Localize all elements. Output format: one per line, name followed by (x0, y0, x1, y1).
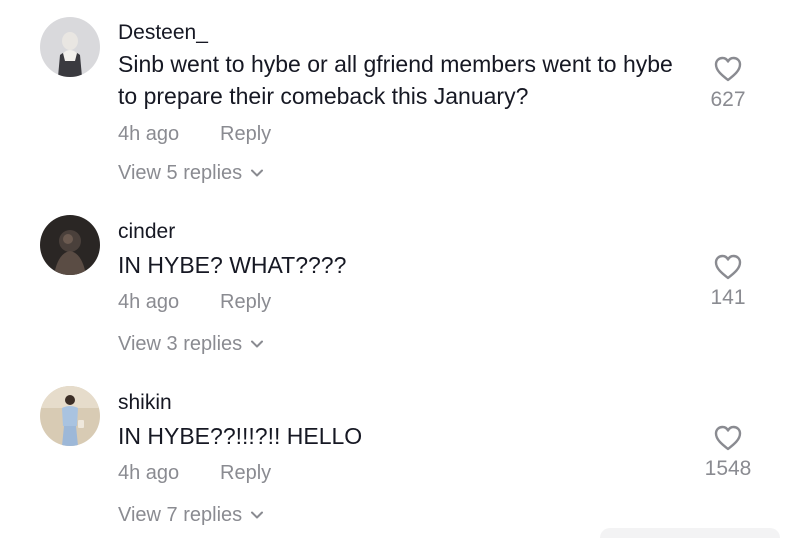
chevron-down-icon (251, 169, 264, 177)
comment-meta: 4h ago Reply (118, 121, 271, 147)
like-button[interactable]: 1548 (688, 424, 768, 482)
view-replies-button[interactable]: View 3 replies (118, 331, 264, 357)
like-button[interactable]: 627 (688, 55, 768, 113)
like-count: 627 (710, 88, 746, 111)
view-replies-button[interactable]: View 5 replies (118, 160, 264, 186)
view-replies-button[interactable]: View 7 replies (118, 502, 264, 528)
comment-text: Sinb went to hybe or all gfriend members… (118, 51, 673, 109)
comment-timestamp: 4h ago (118, 123, 180, 145)
comment-timestamp: 4h ago (118, 462, 180, 484)
comment-username[interactable]: shikin (118, 390, 172, 416)
heart-icon (714, 425, 742, 451)
avatar[interactable] (40, 386, 100, 446)
comment-timestamp: 4h ago (118, 291, 180, 313)
view-replies-label: View 7 replies (118, 504, 243, 526)
like-count: 1548 (704, 457, 752, 480)
chevron-down-icon (251, 511, 264, 519)
comment-text: IN HYBE??!!!?!! HELLO (118, 423, 363, 449)
like-button[interactable]: 141 (688, 253, 768, 311)
heart-icon (714, 254, 742, 280)
like-count: 141 (710, 286, 746, 309)
reply-button[interactable]: Reply (220, 121, 271, 147)
avatar[interactable] (40, 215, 100, 275)
comment-meta: 4h ago Reply (118, 460, 271, 486)
view-replies-label: View 3 replies (118, 333, 243, 355)
reply-button[interactable]: Reply (220, 460, 271, 486)
comment-username[interactable]: cinder (118, 219, 175, 245)
comment-text: IN HYBE? WHAT???? (118, 252, 347, 278)
comment-meta: 4h ago Reply (118, 289, 271, 315)
avatar[interactable] (40, 17, 100, 77)
bottom-panel-edge (600, 528, 780, 538)
chevron-down-icon (251, 340, 264, 348)
reply-button[interactable]: Reply (220, 289, 271, 315)
heart-icon (714, 56, 742, 82)
view-replies-label: View 5 replies (118, 162, 243, 184)
comment-username[interactable]: Desteen_ (118, 20, 208, 46)
